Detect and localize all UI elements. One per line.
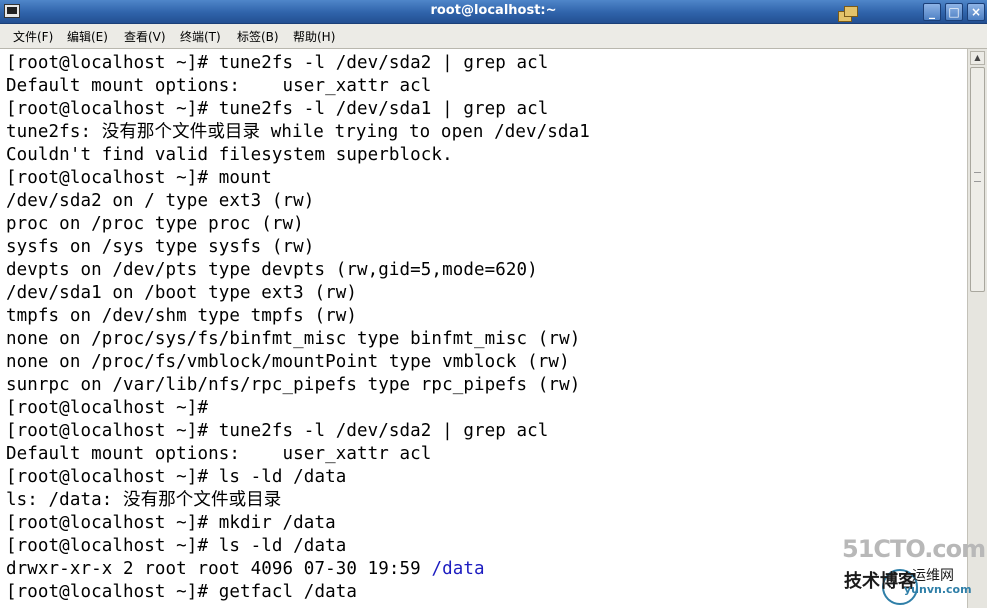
directory-name: /data bbox=[431, 559, 485, 579]
terminal-line: Default mount options: user_xattr acl bbox=[6, 444, 432, 464]
terminal-line: devpts on /dev/pts type devpts (rw,gid=5… bbox=[6, 260, 538, 280]
terminal-line: [root@localhost ~]# ls -ld /data bbox=[6, 536, 347, 556]
terminal-line: [root@localhost ~]# mkdir /data bbox=[6, 513, 336, 533]
watermark: 51CTO.com 技术博客 运维网 yunvn.com bbox=[842, 535, 986, 605]
menu-edit[interactable]: 编辑(E) bbox=[67, 28, 108, 45]
terminal-line: sysfs on /sys type sysfs (rw) bbox=[6, 237, 315, 257]
scroll-up-arrow-icon[interactable]: ▲ bbox=[970, 51, 985, 65]
watermark-brand: 运维网 bbox=[912, 568, 954, 584]
terminal-line: tune2fs: 没有那个文件或目录 while trying to open … bbox=[6, 122, 590, 142]
terminal-line: tmpfs on /dev/shm type tmpfs (rw) bbox=[6, 306, 357, 326]
terminal-line: [root@localhost ~]# mount bbox=[6, 168, 272, 188]
title-bar[interactable]: root@localhost:~ _ □ × bbox=[0, 0, 987, 24]
menu-terminal[interactable]: 终端(T) bbox=[180, 28, 221, 45]
terminal-output[interactable]: [root@localhost ~]# tune2fs -l /dev/sda2… bbox=[0, 49, 967, 608]
terminal-window: root@localhost:~ _ □ × 文件(F) 编辑(E) 查看(V)… bbox=[0, 0, 987, 608]
vertical-scrollbar[interactable]: ▲ bbox=[967, 49, 987, 608]
maximize-button[interactable]: □ bbox=[945, 3, 963, 21]
menu-tabs[interactable]: 标签(B) bbox=[237, 28, 279, 45]
watermark-site: 51CTO.com bbox=[842, 535, 986, 563]
workspace-switch-icon[interactable] bbox=[838, 6, 858, 22]
terminal-line: [root@localhost ~]# tune2fs -l /dev/sda2… bbox=[6, 421, 549, 441]
watermark-url: yunvn.com bbox=[904, 583, 972, 596]
terminal-line: [root@localhost ~]# ls -ld /data bbox=[6, 467, 347, 487]
ls-output-text: drwxr-xr-x 2 root root 4096 07-30 19:59 bbox=[6, 559, 432, 579]
terminal-line: sunrpc on /var/lib/nfs/rpc_pipefs type r… bbox=[6, 375, 581, 395]
scrollbar-thumb[interactable] bbox=[970, 67, 985, 292]
terminal-line: [root@localhost ~]# tune2fs -l /dev/sda1… bbox=[6, 99, 549, 119]
terminal-line: /dev/sda1 on /boot type ext3 (rw) bbox=[6, 283, 357, 303]
terminal-line: [root@localhost ~]# bbox=[6, 398, 209, 418]
menu-bar: 文件(F) 编辑(E) 查看(V) 终端(T) 标签(B) 帮助(H) bbox=[0, 24, 987, 49]
minimize-button[interactable]: _ bbox=[923, 3, 941, 21]
terminal-line: /dev/sda2 on / type ext3 (rw) bbox=[6, 191, 315, 211]
terminal-line: none on /proc/fs/vmblock/mountPoint type… bbox=[6, 352, 570, 372]
terminal-line: ls: /data: 没有那个文件或目录 bbox=[6, 490, 282, 510]
menu-view[interactable]: 查看(V) bbox=[124, 28, 166, 45]
menu-help[interactable]: 帮助(H) bbox=[293, 28, 335, 45]
close-button[interactable]: × bbox=[967, 3, 985, 21]
terminal-line: [root@localhost ~]# tune2fs -l /dev/sda2… bbox=[6, 53, 549, 73]
terminal-line: none on /proc/sys/fs/binfmt_misc type bi… bbox=[6, 329, 581, 349]
terminal-line: proc on /proc type proc (rw) bbox=[6, 214, 304, 234]
terminal-line: Couldn't find valid filesystem superbloc… bbox=[6, 145, 453, 165]
terminal-line: Default mount options: user_xattr acl bbox=[6, 76, 432, 96]
terminal-line: drwxr-xr-x 2 root root 4096 07-30 19:59 … bbox=[6, 558, 485, 581]
terminal-line: [root@localhost ~]# getfacl /data bbox=[6, 582, 357, 602]
menu-file[interactable]: 文件(F) bbox=[13, 28, 53, 45]
